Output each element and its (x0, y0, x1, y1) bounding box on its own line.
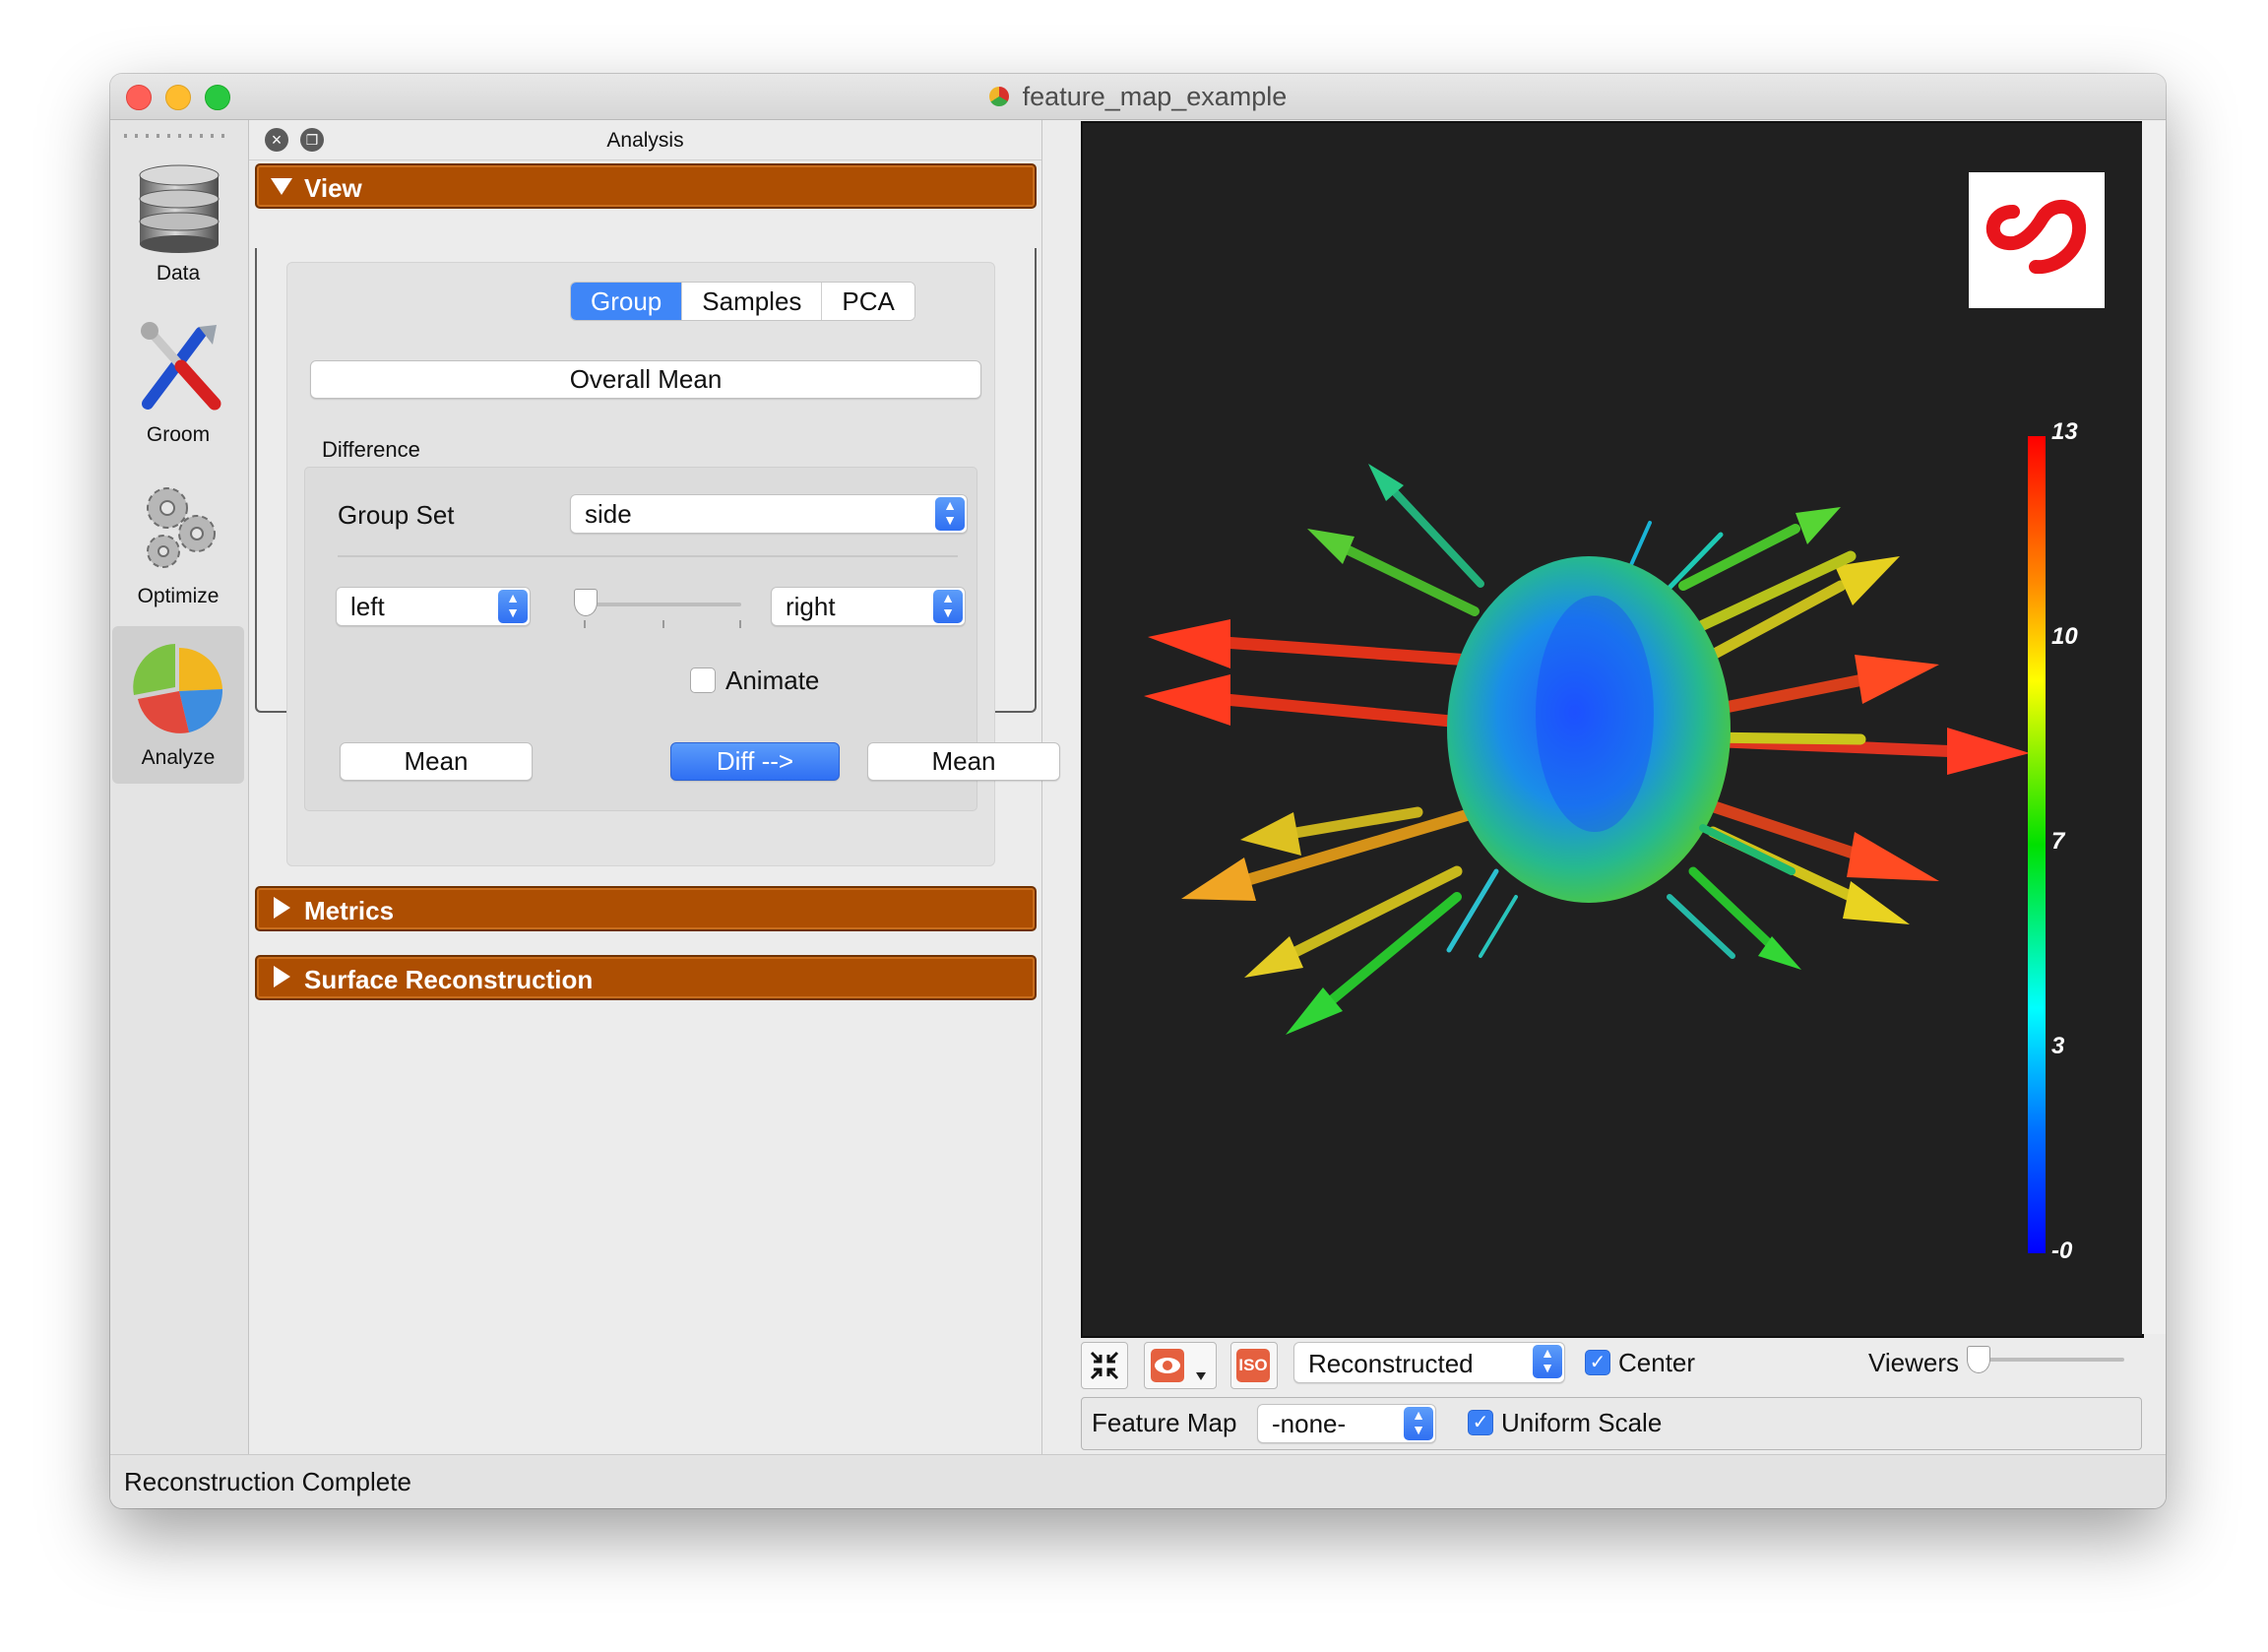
viewers-slider-handle[interactable] (1967, 1346, 1990, 1373)
toolbar-item-data[interactable]: Data (112, 142, 244, 299)
section-view-title: View (304, 173, 362, 203)
group-set-value: side (585, 499, 632, 529)
left-group-select[interactable]: left ▲ ▼ (336, 587, 531, 626)
3d-viewer[interactable]: 13 10 7 3 -0 (1081, 121, 2144, 1338)
title-bar: feature_map_example (110, 74, 2166, 120)
uniform-scale-label: Uniform Scale (1501, 1408, 1663, 1437)
eye-icon (1151, 1349, 1206, 1382)
tools-icon (141, 322, 221, 411)
left-group-value: left (350, 592, 385, 621)
colorbar-tick: -0 (2051, 1238, 2073, 1264)
view-options-button[interactable] (1144, 1342, 1217, 1389)
section-metrics-header[interactable]: Metrics (255, 886, 1037, 931)
status-text: Reconstruction Complete (124, 1467, 411, 1496)
display-mode-value: Reconstructed (1308, 1349, 1474, 1378)
expand-right-icon (274, 897, 290, 919)
window-title-text: feature_map_example (1022, 82, 1288, 111)
pie-chart-icon (133, 644, 223, 733)
left-mean-button[interactable]: Mean (340, 742, 533, 781)
expand-right-icon (274, 966, 290, 987)
viewer-scrollbar[interactable] (2142, 121, 2166, 1334)
slider-tick (584, 620, 586, 628)
toolbar-item-optimize[interactable]: Optimize (112, 465, 244, 622)
feature-map-label: Feature Map (1092, 1408, 1237, 1437)
section-view-header[interactable]: View (255, 163, 1037, 209)
right-group-select[interactable]: right ▲ ▼ (771, 587, 966, 626)
status-bar: Reconstruction Complete (110, 1454, 2166, 1508)
colorbar (2028, 436, 2046, 1253)
group-set-label: Group Set (338, 500, 455, 530)
app-icon (988, 86, 1009, 106)
app-window: feature_map_example Data Groom Optimize … (110, 74, 2166, 1508)
iso-icon: ISO (1236, 1349, 1270, 1382)
group-slider-track[interactable] (574, 603, 741, 606)
colorbar-tick: 7 (2051, 828, 2065, 855)
stepper-arrows-icon: ▲ ▼ (1404, 1407, 1433, 1440)
section-surface-header[interactable]: Surface Reconstruction (255, 955, 1037, 1000)
animate-label: Animate (725, 666, 820, 695)
tab-samples[interactable]: Samples (681, 283, 822, 320)
slider-tick (739, 620, 741, 628)
feature-map-value: -none- (1272, 1409, 1347, 1438)
section-surface-title: Surface Reconstruction (304, 965, 594, 994)
toolbar-label-optimize: Optimize (137, 585, 220, 607)
overall-mean-button[interactable]: Overall Mean (310, 360, 981, 399)
expand-down-icon (271, 178, 292, 195)
colorbar-tick: 3 (2051, 1033, 2065, 1059)
toolbar-label-analyze: Analyze (141, 746, 216, 769)
iso-surface-button[interactable]: ISO (1230, 1342, 1278, 1389)
view-tabs: Group Samples PCA (570, 282, 915, 321)
slider-tick (662, 620, 664, 628)
stepper-arrows-icon: ▲ ▼ (933, 590, 963, 623)
center-checkbox[interactable]: ✓ (1585, 1350, 1610, 1375)
feature-map-select[interactable]: -none- ▲ ▼ (1257, 1404, 1436, 1443)
window-title: feature_map_example (110, 82, 2166, 112)
gears-icon (147, 487, 216, 568)
group-set-select[interactable]: side ▲ ▼ (570, 494, 968, 534)
colorbar-tick: 10 (2051, 623, 2078, 650)
viewers-label: Viewers (1868, 1348, 1960, 1377)
panel-header: × ❐ Analysis (249, 120, 1041, 160)
toolbar-label-data: Data (156, 262, 201, 285)
tab-group[interactable]: Group (571, 283, 682, 320)
diff-button[interactable]: Diff --> (670, 742, 840, 781)
right-mean-button[interactable]: Mean (867, 742, 1060, 781)
animate-checkbox[interactable] (690, 667, 716, 693)
toolbar-item-analyze[interactable]: Analyze (112, 626, 244, 784)
section-metrics-title: Metrics (304, 896, 395, 925)
toolbar-item-groom[interactable]: Groom (112, 303, 244, 461)
right-group-value: right (786, 592, 836, 621)
center-label: Center (1618, 1348, 1696, 1377)
toolbar-grip[interactable] (124, 134, 232, 138)
toolbar-label-groom: Groom (146, 423, 211, 446)
colorbar-tick: 13 (2051, 418, 2078, 445)
display-mode-select[interactable]: Reconstructed ▲ ▼ (1293, 1342, 1565, 1383)
module-toolbar: Data Groom Optimize Analyze (110, 120, 249, 1454)
collapse-arrows-icon[interactable] (1081, 1342, 1128, 1389)
difference-label: Difference (322, 437, 420, 462)
viewers-slider-track[interactable] (1967, 1358, 2124, 1362)
panel-title: Analysis (606, 129, 684, 152)
stepper-arrows-icon: ▲ ▼ (935, 497, 965, 531)
analysis-panel: × ❐ Analysis View Group Samples PCA Over… (249, 120, 1060, 1454)
stepper-arrows-icon: ▲ ▼ (498, 590, 528, 623)
uniform-scale-checkbox[interactable]: ✓ (1468, 1410, 1493, 1435)
stepper-arrows-icon: ▲ ▼ (1533, 1345, 1562, 1378)
group-slider-handle[interactable] (574, 589, 598, 616)
shape-render[interactable] (1083, 123, 2142, 1336)
viewer-controls: ISO Reconstructed ▲ ▼ ✓ Center Viewers (1081, 1336, 2140, 1395)
tab-pca[interactable]: PCA (821, 283, 914, 320)
divider (338, 555, 958, 557)
database-icon (139, 164, 220, 253)
feature-map-bar: Feature Map -none- ▲ ▼ ✓ Uniform Scale (1081, 1397, 2142, 1450)
